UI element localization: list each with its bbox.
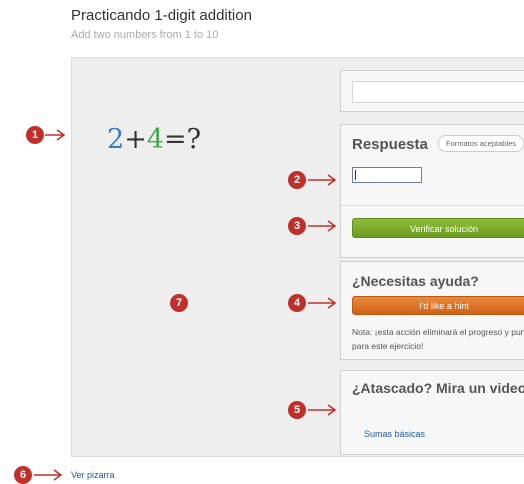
scratchpad-link[interactable]: Ver pizarra <box>71 470 115 480</box>
answer-input[interactable] <box>352 167 422 183</box>
text-cursor <box>355 170 356 180</box>
problem-expression: 2+4=? <box>107 124 201 155</box>
video-link[interactable]: Sumas básicas <box>364 429 425 439</box>
callout-4: 4 <box>288 294 306 312</box>
top-panel <box>340 70 524 112</box>
work-area: 2+4=? <box>72 58 340 456</box>
divider <box>341 205 524 206</box>
page-subtitle: Add two numbers from 1 to 10 <box>71 29 219 41</box>
callout-arrow-1 <box>45 129 66 141</box>
video-panel: ¿Atascado? Mira un video. Sumas básicas <box>340 370 524 455</box>
help-heading: ¿Necesitas ayuda? <box>352 273 479 289</box>
callout-5: 5 <box>288 401 306 419</box>
callout-arrow-5 <box>308 404 337 416</box>
progress-bar <box>352 81 524 103</box>
callout-1: 1 <box>26 126 44 144</box>
problem-number-1: 2 <box>107 124 125 155</box>
callout-arrow-3 <box>308 220 337 232</box>
callout-3: 3 <box>288 217 306 235</box>
exercise-container: 2+4=? Respuesta Formatos aceptables Veri… <box>71 57 524 457</box>
page-title: Practicando 1-digit addition <box>71 7 252 24</box>
callout-7: 7 <box>170 294 188 312</box>
check-answer-button[interactable]: Verificar solución <box>352 218 524 238</box>
callout-2: 2 <box>288 171 306 189</box>
problem-number-2: 4 <box>146 124 164 155</box>
callout-6: 6 <box>14 466 32 484</box>
answer-panel: Respuesta Formatos aceptables Verificar … <box>340 124 524 258</box>
hint-note: Nota: ¡esta acción eliminará el progreso… <box>352 327 524 351</box>
callout-arrow-2 <box>308 174 337 186</box>
video-heading: ¿Atascado? Mira un video. <box>352 380 524 396</box>
callout-arrow-6 <box>34 469 63 481</box>
hint-button[interactable]: I'd like a hint <box>352 296 524 315</box>
answer-heading: Respuesta <box>352 136 428 153</box>
help-panel: ¿Necesitas ayuda? I'd like a hint Nota: … <box>340 261 524 360</box>
callout-arrow-4 <box>308 297 337 309</box>
problem-operator: + <box>124 124 147 155</box>
problem-equals: =? <box>164 124 202 155</box>
accepted-formats-button[interactable]: Formatos aceptables <box>438 135 524 152</box>
